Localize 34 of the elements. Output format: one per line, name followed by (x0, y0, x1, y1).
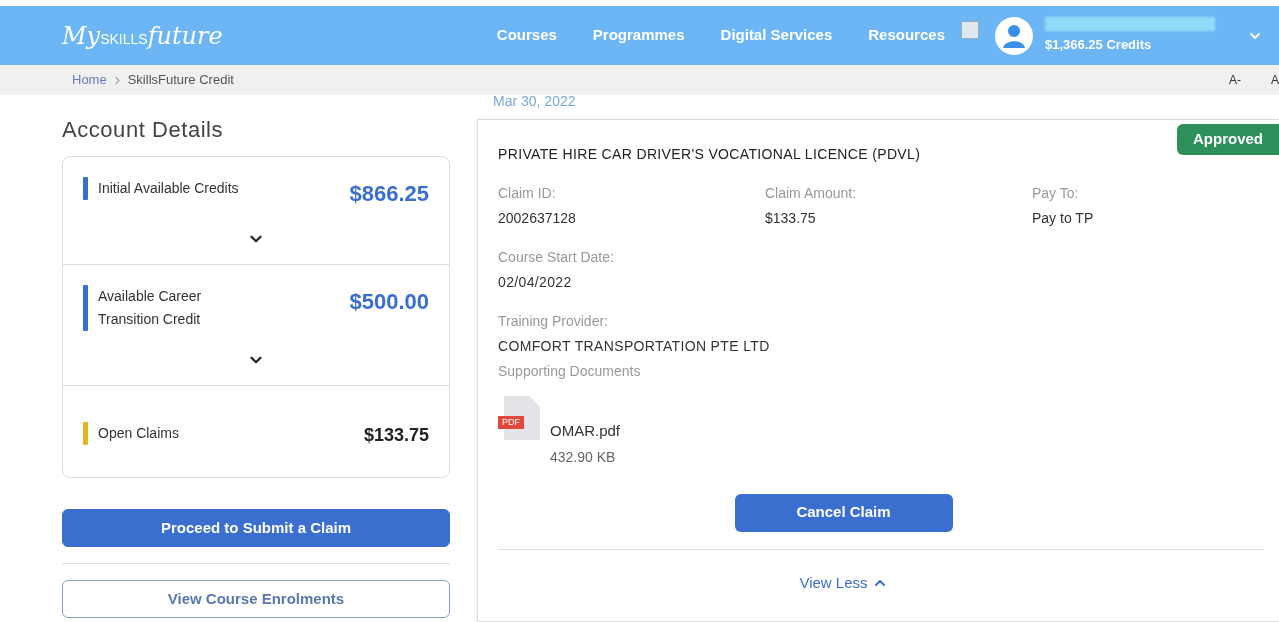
claim-date: Mar 30, 2022 (493, 92, 577, 111)
breadcrumb-link[interactable]: Home (72, 70, 107, 90)
section-title: Account Details (62, 116, 225, 144)
view-less-link[interactable]: View Less (799, 571, 888, 594)
breadcrumb-current: SkillsFuture Credit (127, 71, 234, 90)
documents-label: Supporting Documents (498, 362, 642, 381)
credit-amount: $500.00 (349, 288, 429, 316)
broken-image-icon (961, 20, 979, 39)
credit-amount: $133.75 (363, 424, 429, 447)
field-label: Claim ID: (498, 184, 557, 203)
credits-balance: $1,366.25 Credits (1045, 35, 1153, 54)
action-button[interactable]: View Course Enrolments (62, 580, 450, 618)
field-value: $133.75 (765, 209, 817, 228)
action-button[interactable]: Proceed to Submit a Claim (62, 509, 450, 547)
course-title: PRIVATE HIRE CAR DRIVER'S VOCATIONAL LICENCE (PDVL) (498, 145, 922, 164)
field-value: Pay to TP (1032, 209, 1094, 228)
field-label: Training Provider: (498, 312, 609, 331)
field-label: Claim Amount: (765, 184, 858, 203)
file-name[interactable]: OMAR.pdf (550, 420, 621, 443)
field-value: 2002637128 (498, 209, 577, 228)
file-size: 432.90 KB (550, 447, 617, 467)
field-label: Course Start Date: (498, 248, 615, 267)
field-value: COMFORT TRANSPORTATION PTE LTD (498, 337, 771, 356)
credit-label: Available Career Transition Credit (98, 287, 203, 329)
status-badge: Approved (1177, 124, 1279, 155)
credit-amount: $866.25 (349, 180, 429, 208)
field-value: 02/04/2022 (498, 273, 573, 292)
field-label: Pay To: (1032, 184, 1080, 203)
font-size-button[interactable]: A (1271, 71, 1279, 89)
avatar-icon[interactable] (995, 16, 1033, 55)
font-size-button[interactable]: A- (1229, 71, 1241, 89)
cancel-claim-button[interactable]: Cancel Claim (734, 493, 953, 532)
credit-label: Open Claims (98, 424, 180, 443)
credit-label: Initial Available Credits (98, 179, 240, 198)
